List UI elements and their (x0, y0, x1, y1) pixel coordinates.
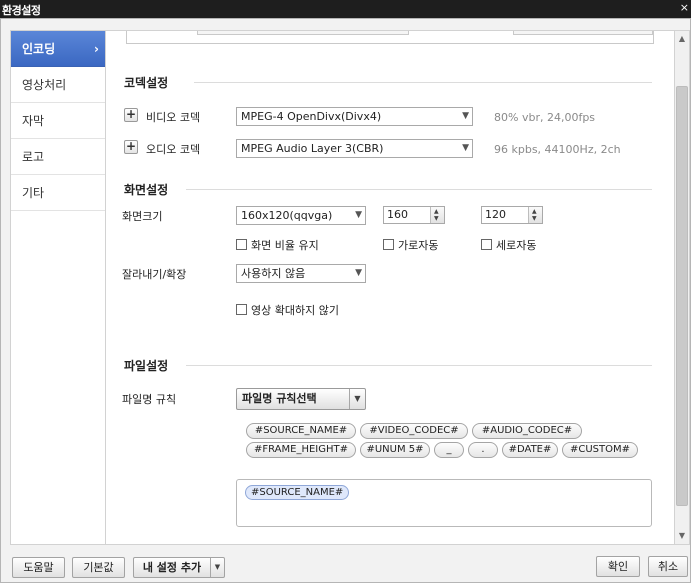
help-button[interactable]: 도움말 (12, 557, 65, 578)
file-rule-label: 파일명 규칙 (122, 393, 177, 406)
keep-ratio-checkbox[interactable]: 화면 비율 유지 (236, 237, 319, 253)
section-divider (186, 365, 652, 366)
scroll-thumb[interactable] (676, 86, 688, 506)
tag-dot[interactable]: . (468, 442, 498, 458)
screen-size-value: 160x120(qqvga) (241, 209, 333, 222)
width-stepper[interactable]: 160 ▲ ▼ (383, 206, 445, 224)
triangle-down-icon[interactable]: ▼ (532, 215, 537, 222)
tag-audio-codec[interactable]: #AUDIO_CODEC# (472, 423, 582, 439)
tag-video-codec[interactable]: #VIDEO_CODEC# (360, 423, 468, 439)
checkbox-box[interactable] (383, 239, 394, 250)
audio-codec-label: 오디오 코덱 (146, 143, 201, 156)
section-divider (186, 189, 652, 190)
ok-button[interactable]: 확인 (596, 556, 640, 577)
chevron-down-icon: ▼ (462, 111, 469, 121)
chevron-down-icon: ▼ (355, 268, 362, 278)
height-stepper[interactable]: 120 ▲ ▼ (481, 206, 543, 224)
triangle-down-icon[interactable]: ▼ (434, 215, 439, 222)
chevron-down-icon: ▼ (355, 210, 362, 220)
sidebar-item-encoding[interactable]: 인코딩 › (11, 31, 105, 67)
triangle-up-icon[interactable]: ▲ (532, 208, 537, 215)
cancel-button[interactable]: 취소 (648, 556, 688, 577)
tag-underscore[interactable]: _ (434, 442, 464, 458)
title-bar: 환경설정 × (0, 0, 691, 18)
crop-label: 잘라내기/확장 (122, 268, 187, 281)
width-stepper-buttons[interactable]: ▲ ▼ (430, 207, 444, 223)
screen-size-select[interactable]: 160x120(qqvga) ▼ (236, 206, 366, 225)
checkbox-box[interactable] (236, 239, 247, 250)
video-codec-add-button[interactable]: + (124, 108, 138, 122)
audio-codec-info: 96 kpbs, 44100Hz, 2ch (494, 143, 621, 156)
screen-section-title: 화면설정 (124, 183, 169, 197)
add-my-setting-button[interactable]: 내 설정 추가 ▼ (133, 557, 225, 578)
sidebar-item-video-processing[interactable]: 영상처리 (11, 67, 105, 103)
sidebar-item-subtitles[interactable]: 자막 (11, 103, 105, 139)
sidebar-item-label: 자막 (22, 114, 45, 128)
crop-select[interactable]: 사용하지 않음 ▼ (236, 264, 366, 283)
tag-source-name[interactable]: #SOURCE_NAME# (246, 423, 356, 439)
previous-section-edge (126, 31, 654, 44)
sidebar-item-logo[interactable]: 로고 (11, 139, 105, 175)
audio-codec-select[interactable]: MPEG Audio Layer 3(CBR) ▼ (236, 139, 473, 158)
scroll-up-icon[interactable]: ▲ (675, 32, 689, 46)
auto-height-checkbox[interactable]: 세로자동 (481, 237, 536, 253)
sidebar-item-label: 기타 (22, 186, 45, 200)
tag-custom[interactable]: #CUSTOM# (562, 442, 638, 458)
checkbox-box[interactable] (481, 239, 492, 250)
sidebar-item-label: 로고 (22, 150, 45, 164)
video-codec-info: 80% vbr, 24,00fps (494, 111, 596, 124)
screen-size-label: 화면크기 (122, 210, 163, 223)
chevron-down-icon: ▼ (462, 143, 469, 153)
sidebar-item-label: 인코딩 (22, 42, 56, 56)
triangle-up-icon[interactable]: ▲ (434, 208, 439, 215)
checkbox-box[interactable] (236, 304, 247, 315)
video-codec-value: MPEG-4 OpenDivx(Divx4) (241, 110, 382, 123)
crop-value: 사용하지 않음 (241, 267, 306, 280)
height-value: 120 (485, 208, 506, 221)
video-codec-select[interactable]: MPEG-4 OpenDivx(Divx4) ▼ (236, 107, 473, 126)
codec-section-title: 코덱설정 (124, 76, 169, 90)
auto-width-checkbox[interactable]: 가로자동 (383, 237, 438, 253)
file-rule-button-label: 파일명 규칙선택 (242, 392, 317, 405)
content-scrollbar[interactable]: ▲ ▼ (675, 30, 690, 545)
settings-dialog: 인코딩 › 영상처리 자막 로고 기타 코덱설정 + 비디오 코덱 MPEG-4… (0, 18, 691, 583)
tag-date[interactable]: #DATE# (502, 442, 558, 458)
add-my-setting-label: 내 설정 추가 (142, 561, 202, 574)
tag-unum[interactable]: #UNUM 5# (360, 442, 430, 458)
no-zoom-checkbox[interactable]: 영상 확대하지 않기 (236, 302, 339, 318)
chevron-down-icon[interactable]: ▼ (210, 558, 224, 577)
file-name-rule-input[interactable]: #SOURCE_NAME# (236, 479, 652, 527)
keep-ratio-label: 화면 비율 유지 (251, 239, 319, 252)
sidebar-item-etc[interactable]: 기타 (11, 175, 105, 211)
auto-width-label: 가로자동 (398, 239, 439, 252)
close-icon[interactable]: × (680, 1, 689, 14)
window-title: 환경설정 (2, 4, 41, 17)
sidebar-item-label: 영상처리 (22, 78, 67, 92)
content-panel: 코덱설정 + 비디오 코덱 MPEG-4 OpenDivx(Divx4) ▼ 8… (105, 30, 675, 545)
height-stepper-buttons[interactable]: ▲ ▼ (528, 207, 542, 223)
section-divider (194, 82, 652, 83)
previous-control-edge (513, 31, 653, 35)
scroll-down-icon[interactable]: ▼ (675, 529, 689, 543)
tag-frame-height[interactable]: #FRAME_HEIGHT# (246, 442, 356, 458)
audio-codec-add-button[interactable]: + (124, 140, 138, 154)
no-zoom-label: 영상 확대하지 않기 (251, 304, 339, 317)
chevron-right-icon: › (94, 42, 99, 56)
auto-height-label: 세로자동 (496, 239, 537, 252)
width-value: 160 (387, 208, 408, 221)
chevron-down-icon[interactable]: ▼ (349, 389, 365, 409)
file-section-title: 파일설정 (124, 359, 169, 373)
selected-tag-source-name[interactable]: #SOURCE_NAME# (245, 485, 350, 500)
previous-control-edge (197, 31, 409, 35)
sidebar: 인코딩 › 영상처리 자막 로고 기타 (10, 30, 105, 545)
video-codec-label: 비디오 코덱 (146, 111, 201, 124)
audio-codec-value: MPEG Audio Layer 3(CBR) (241, 142, 384, 155)
default-button[interactable]: 기본값 (72, 557, 125, 578)
file-rule-select-button[interactable]: 파일명 규칙선택 ▼ (236, 388, 366, 410)
